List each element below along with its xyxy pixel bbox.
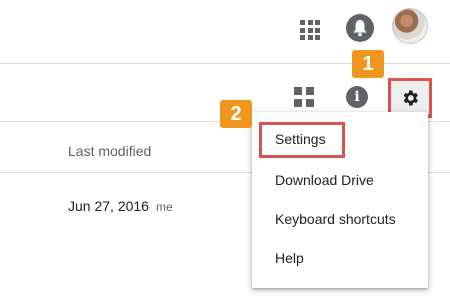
step-callout-2: 2 (220, 100, 252, 128)
menu-item-keyboard-shortcuts[interactable]: Keyboard shortcuts (252, 202, 428, 236)
gear-icon (403, 90, 418, 106)
menu-item-download-drive[interactable]: Download Drive (252, 163, 428, 197)
settings-highlight-box (259, 122, 345, 158)
row-last-modified-date: Jun 27, 2016 (68, 198, 149, 214)
column-header-last-modified[interactable]: Last modified (68, 143, 151, 159)
row-modified-by: me (156, 200, 173, 214)
step-callout-1: 1 (352, 50, 384, 78)
avatar[interactable] (392, 8, 428, 44)
notifications-bell-icon[interactable] (346, 14, 374, 42)
grid-view-icon[interactable] (294, 87, 314, 107)
menu-item-help[interactable]: Help (252, 241, 428, 275)
info-icon[interactable]: i (346, 86, 368, 108)
apps-grid-icon[interactable] (298, 18, 320, 40)
